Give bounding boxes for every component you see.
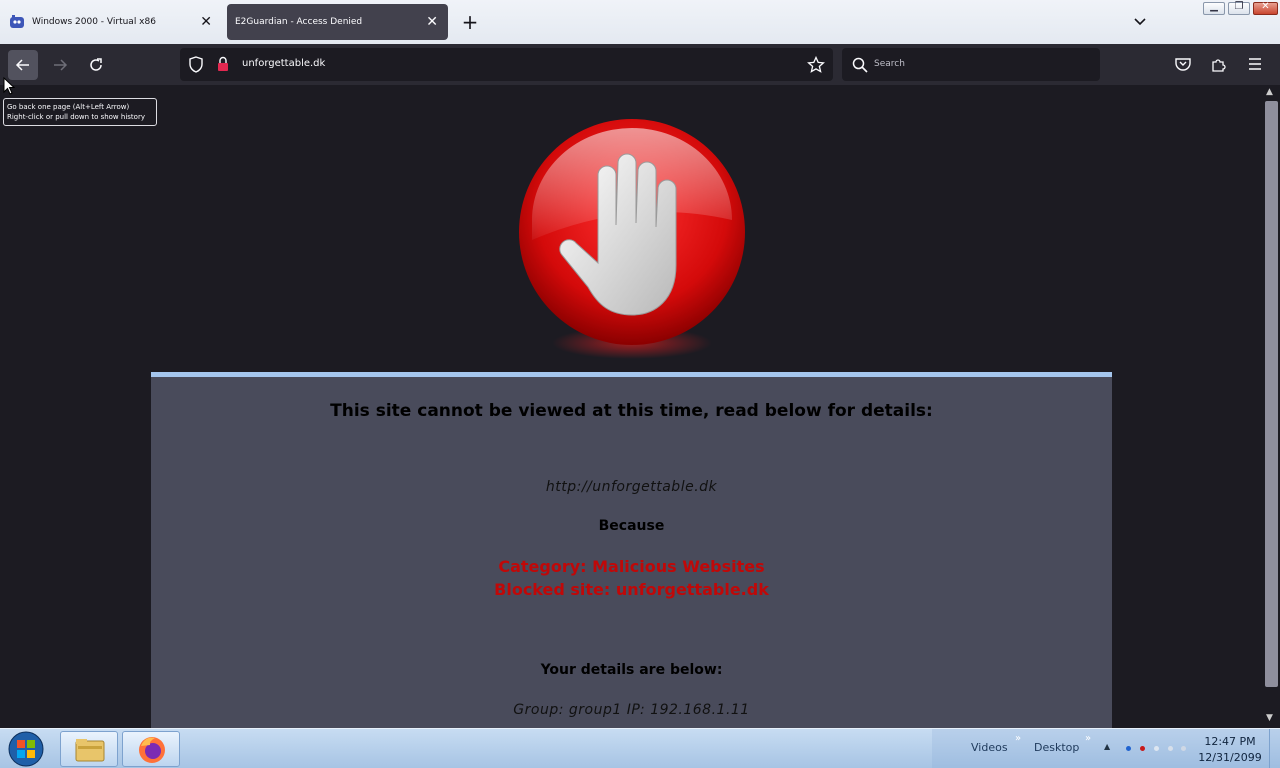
close-window-button[interactable]: ✕ [1253, 1, 1278, 15]
firefox-icon [139, 737, 165, 763]
tray-volume-icon[interactable] [1154, 746, 1159, 751]
windows-taskbar: Videos » Desktop » ▲ 12:47 PM 12/31/2099 [0, 728, 1280, 768]
details-heading: Your details are below: [540, 662, 723, 678]
tray-network-icon[interactable] [1126, 746, 1131, 751]
scrollbar-thumb[interactable] [1265, 101, 1278, 687]
insecure-lock-icon[interactable] [216, 56, 230, 77]
address-bar[interactable]: unforgettable.dk [180, 48, 833, 81]
clock-time[interactable]: 12:47 PM [1198, 735, 1262, 748]
search-icon [852, 57, 868, 77]
folder-icon [75, 739, 105, 762]
user-details: Group: group1 IP: 192.168.1.11 [513, 702, 750, 718]
tray-alert-icon[interactable] [1140, 746, 1145, 751]
url-text[interactable]: unforgettable.dk [242, 58, 325, 69]
new-tab-button[interactable]: + [459, 10, 481, 34]
desktop-toolbar[interactable]: Desktop [1034, 741, 1079, 754]
tracking-protection-shield-icon[interactable] [188, 56, 204, 77]
taskbar-firefox[interactable] [122, 731, 180, 767]
scroll-up-icon[interactable]: ▲ [1266, 87, 1273, 97]
reload-button[interactable] [81, 50, 111, 80]
virtual-x86-icon [8, 14, 26, 30]
blocked-url: http://unforgettable.dk [545, 479, 718, 495]
tab-title: E2Guardian - Access Denied [235, 17, 363, 27]
tab-windows-2000[interactable]: Windows 2000 - Virtual x86 ✕ [0, 4, 222, 40]
taskbar-file-explorer[interactable] [60, 731, 118, 767]
stop-hand-icon [519, 119, 745, 359]
blocked-site: Blocked site: unforgettable.dk [494, 580, 769, 599]
back-button-tooltip: Go back one page (Alt+Left Arrow) Right-… [3, 98, 157, 126]
forward-arrow-icon [54, 59, 68, 71]
close-tab-icon[interactable]: ✕ [200, 15, 212, 29]
navigation-toolbar: unforgettable.dk Search [0, 44, 1280, 85]
tray-power-icon[interactable] [1168, 746, 1173, 751]
list-all-tabs-icon[interactable] [1130, 12, 1150, 32]
minimize-window-button[interactable]: ▁ [1203, 1, 1225, 15]
close-tab-icon[interactable]: ✕ [426, 15, 438, 29]
forward-button[interactable] [45, 50, 75, 80]
bookmark-star-icon[interactable] [807, 55, 825, 78]
scroll-down-icon[interactable]: ▼ [1266, 713, 1273, 723]
show-hidden-icons[interactable]: ▲ [1104, 742, 1110, 751]
search-placeholder: Search [874, 59, 905, 69]
vertical-scrollbar[interactable]: ▲ ▼ [1263, 85, 1280, 728]
block-category: Category: Malicious Websites [498, 557, 765, 576]
extensions-puzzle-icon[interactable] [1210, 55, 1230, 75]
because-label: Because [598, 518, 665, 534]
toolbar-chevron-icon[interactable]: » [1015, 733, 1021, 744]
mouse-cursor-icon [3, 77, 15, 95]
pocket-icon[interactable] [1174, 55, 1194, 75]
videos-toolbar[interactable]: Videos [971, 741, 1008, 754]
tooltip-line: Go back one page (Alt+Left Arrow) [7, 103, 130, 111]
hamburger-menu-icon[interactable] [1246, 55, 1266, 75]
denied-heading: This site cannot be viewed at this time,… [330, 401, 933, 421]
show-desktop-button[interactable] [1269, 729, 1280, 768]
search-bar[interactable]: Search [842, 48, 1100, 81]
tab-strip: Windows 2000 - Virtual x86 ✕ E2Guardian … [0, 0, 1280, 44]
tab-e2guardian[interactable]: E2Guardian - Access Denied ✕ [227, 4, 448, 40]
reload-icon [90, 58, 102, 71]
toolbar-chevron-icon[interactable]: » [1085, 733, 1091, 744]
access-denied-panel: This site cannot be viewed at this time,… [151, 372, 1112, 728]
start-button[interactable] [4, 730, 48, 768]
back-arrow-icon [15, 59, 29, 71]
tray-flag-icon[interactable] [1181, 746, 1186, 751]
tooltip-line: Right-click or pull down to show history [7, 113, 145, 121]
tab-title: Windows 2000 - Virtual x86 [32, 17, 156, 27]
back-button[interactable] [8, 50, 38, 80]
clock-date[interactable]: 12/31/2099 [1198, 751, 1262, 764]
page-content: This site cannot be viewed at this time,… [0, 85, 1263, 728]
restore-window-button[interactable]: ❐ [1228, 1, 1250, 15]
